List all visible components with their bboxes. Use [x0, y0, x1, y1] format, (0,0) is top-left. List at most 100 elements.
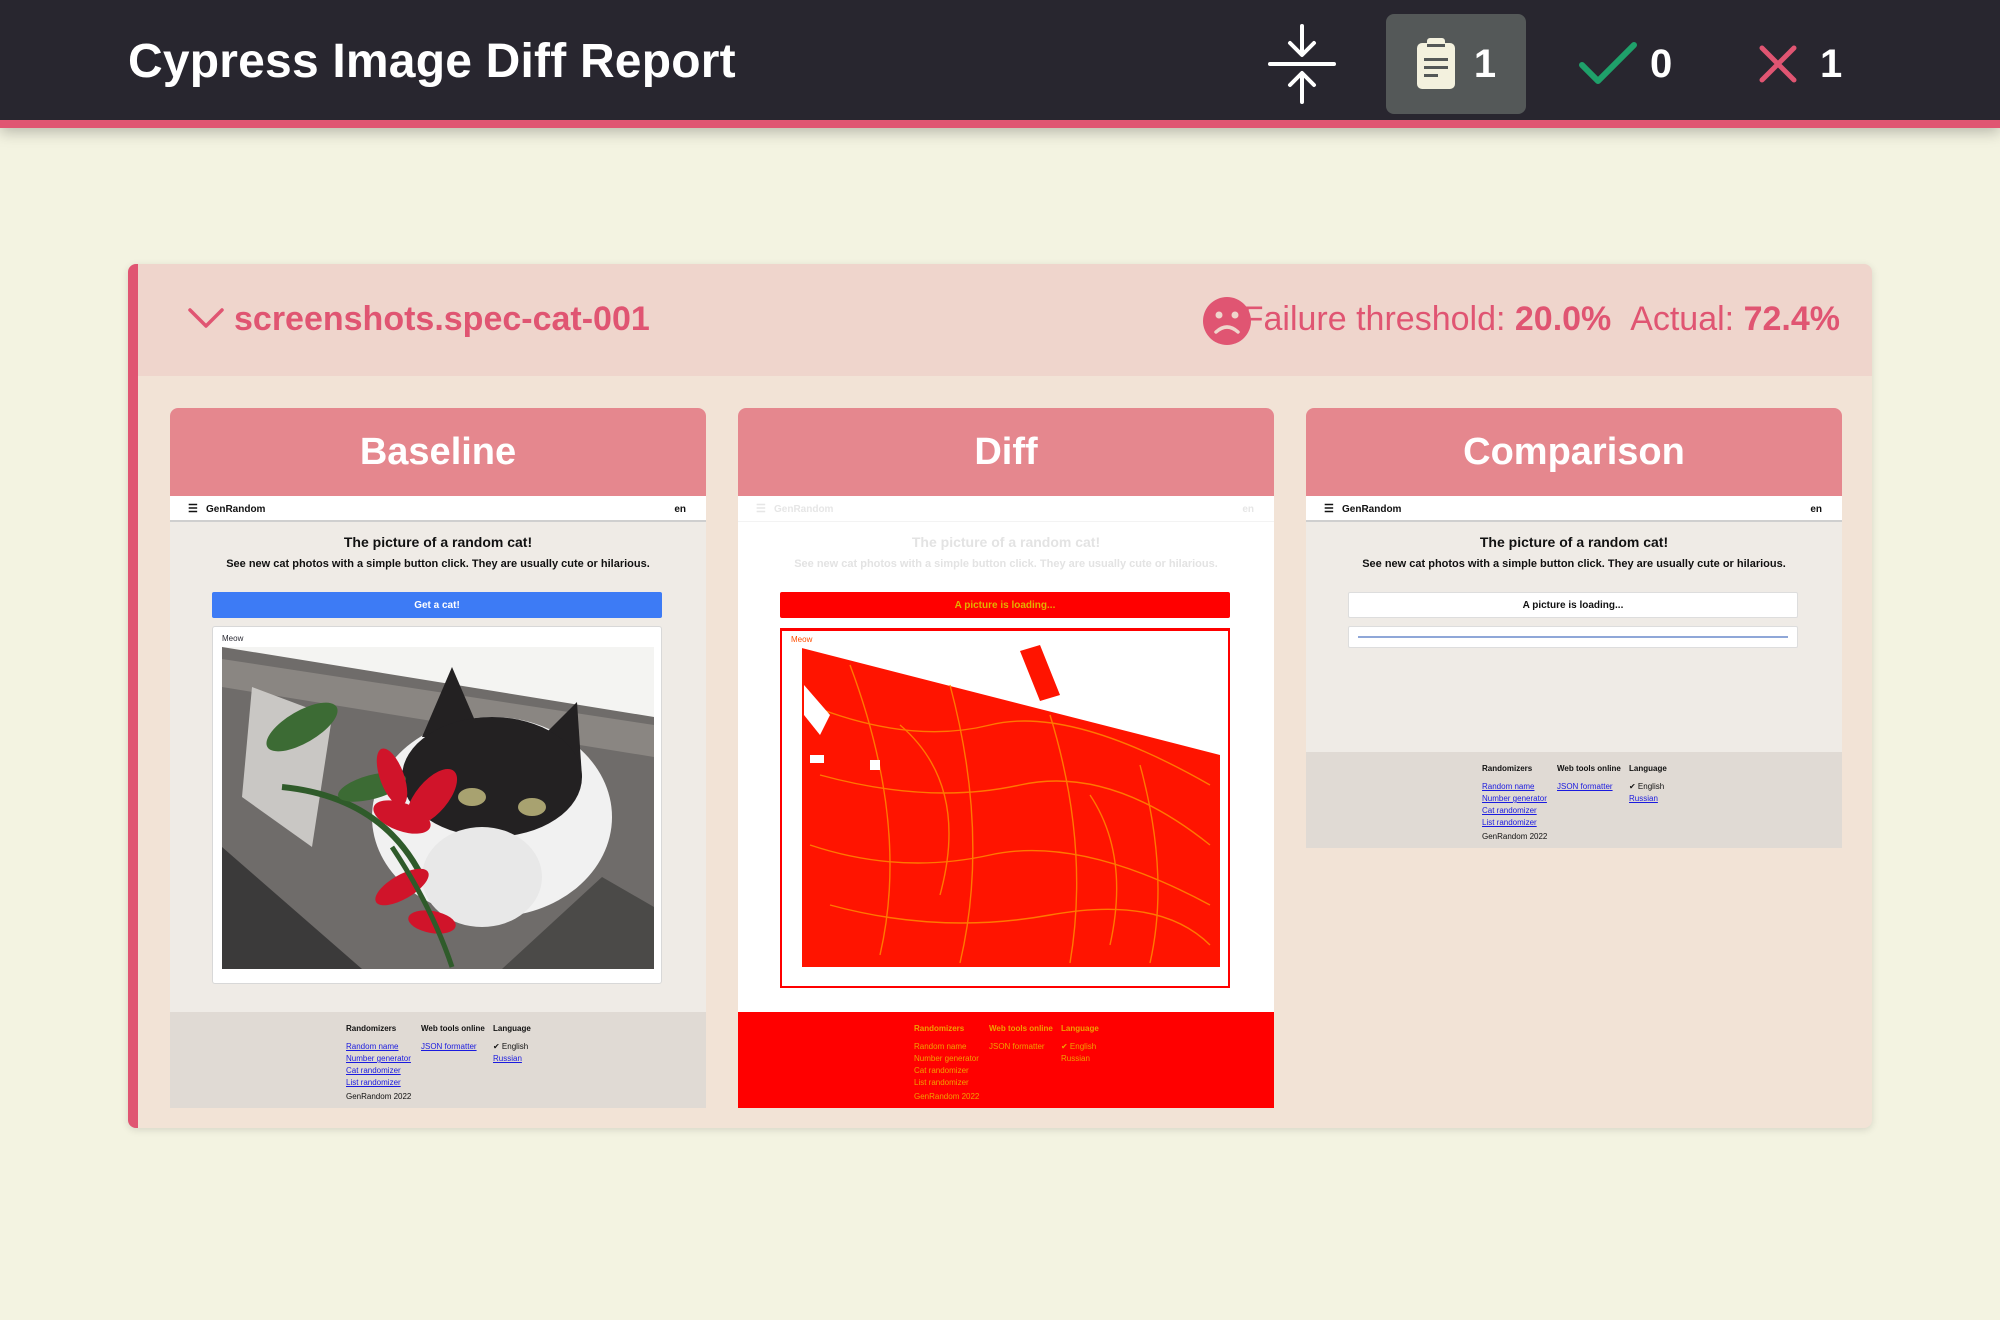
cmp-navbar: ☰ GenRandom en [1306, 496, 1842, 522]
collapse-all-button[interactable] [1262, 20, 1342, 108]
diff-footer-current: ✔ English [1061, 1042, 1097, 1051]
cmp-subtitle: See new cat photos with a simple button … [1362, 558, 1786, 570]
diff-footer-link: List randomizer [914, 1078, 969, 1087]
footer-link: Russian [493, 1054, 522, 1063]
diff-shot-title: The picture of a random cat! [911, 534, 1101, 550]
diff-footer-title: Language [1061, 1024, 1099, 1033]
cmp-progress-line [1358, 636, 1788, 638]
diff-button: A picture is loading... [780, 592, 1230, 618]
baseline-title: Baseline [170, 408, 706, 496]
diff-lang: en [1242, 504, 1254, 515]
cmp-lang: en [1810, 504, 1822, 515]
baseline-panel: Baseline ☰ GenRandom en The picture of a… [170, 408, 706, 1108]
footer-current-lang: ✔ English [493, 1042, 529, 1051]
diff-footer-link: Number generator [914, 1054, 979, 1063]
cmp-footer-current: ✔ English [1629, 782, 1665, 791]
diff-shot-subtitle: See new cat photos with a simple button … [794, 558, 1218, 570]
footer-link: Random name [346, 1042, 399, 1051]
shot-get-cat-button: Get a cat! [212, 592, 662, 618]
footer-col-webtools: Web tools online JSON formatter [421, 1024, 485, 1053]
cmp-footer-title: Randomizers [1482, 764, 1533, 773]
diff-footer-link: Random name [914, 1042, 967, 1051]
footer-copyright: GenRandom 2022 [346, 1092, 412, 1101]
threshold-value: 20.0% [1514, 300, 1612, 338]
passed-count: 0 [1650, 41, 1673, 86]
cmp-footer-link: List randomizer [1482, 818, 1537, 827]
diff-brand: GenRandom [774, 504, 834, 515]
shot-content: The picture of a random cat! See new cat… [170, 522, 706, 1012]
actual-value: 72.4% [1743, 300, 1840, 338]
failed-count: 1 [1820, 41, 1843, 86]
cmp-content: The picture of a random cat! See new cat… [1306, 522, 1842, 752]
meow-label: Meow [222, 634, 244, 643]
footer-link: Number generator [346, 1054, 411, 1063]
footer-link: List randomizer [346, 1078, 401, 1087]
actual-label: Actual: [1630, 300, 1735, 338]
cmp-brand: GenRandom [1342, 504, 1402, 515]
collapse-all-icon [1268, 24, 1336, 104]
cmp-title: The picture of a random cat! [1479, 534, 1669, 550]
cmp-footer-col2: Web tools online JSON formatter [1557, 764, 1621, 793]
baseline-image[interactable]: ☰ GenRandom en The picture of a random c… [170, 496, 706, 1108]
diff-footer-link: JSON formatter [989, 1042, 1045, 1051]
footer-col3-title: Language [493, 1024, 531, 1033]
footer-link: Cat randomizer [346, 1066, 401, 1075]
filter-all-button[interactable]: 1 [1386, 14, 1526, 114]
footer-col2-title: Web tools online [421, 1024, 485, 1033]
cmp-footer-col3: Language ✔ English Russian [1629, 764, 1667, 805]
shot-title: The picture of a random cat! [343, 534, 533, 550]
cmp-footer-link: Random name [1482, 782, 1535, 791]
diff-navbar: ☰ GenRandom en [738, 496, 1274, 522]
comparison-image[interactable]: ☰ GenRandom en The picture of a random c… [1306, 496, 1842, 848]
diff-footer-col2: Web tools online JSON formatter [989, 1024, 1053, 1053]
total-count: 1 [1473, 41, 1497, 86]
diff-footer-link: Russian [1061, 1054, 1090, 1063]
diff-title: Diff [738, 408, 1274, 496]
diff-footer-col3: Language ✔ English Russian [1061, 1024, 1099, 1065]
comparison-panel: Comparison ☰ GenRandom en The picture of… [1306, 408, 1842, 848]
cross-icon [1759, 45, 1797, 83]
cmp-footer-link: JSON formatter [1557, 782, 1613, 791]
diff-card: Meow [780, 628, 1230, 988]
footer-col1-title: Randomizers [346, 1024, 397, 1033]
diff-image[interactable]: ☰ GenRandom en The picture of a random c… [738, 496, 1274, 1108]
diff-footer-link: Cat randomizer [914, 1066, 969, 1075]
cat-card: Meow [212, 626, 662, 984]
cmp-footer-copyright: GenRandom 2022 [1482, 832, 1548, 841]
menu-icon: ☰ [1324, 503, 1334, 515]
cmp-footer-col1: Randomizers Random name Number generator… [1482, 764, 1547, 829]
footer-col-randomizers: Randomizers Random name Number generator… [346, 1024, 411, 1089]
chevron-down-icon[interactable] [186, 304, 226, 334]
threshold-info: Failure threshold: 20.0% Actual: 72.4% [1243, 300, 1840, 339]
clipboard-icon [1416, 38, 1455, 89]
top-bar: Cypress Image Diff Report 1 0 1 [0, 0, 2000, 128]
cmp-footer-link: Cat randomizer [1482, 806, 1537, 815]
diff-meow: Meow [791, 635, 813, 644]
diff-footer-title: Randomizers [914, 1024, 965, 1033]
cat-photo [222, 647, 654, 969]
shot-navbar: ☰ GenRandom en [170, 496, 706, 522]
footer-link: JSON formatter [421, 1042, 477, 1051]
checkmark-icon [1579, 42, 1637, 84]
cmp-loading-button: A picture is loading... [1348, 592, 1798, 618]
shot-footer: Randomizers Random name Number generator… [170, 1012, 706, 1108]
diff-footer: Randomizers Random name Number generator… [738, 1012, 1274, 1108]
diff-footer-title: Web tools online [989, 1024, 1053, 1033]
menu-icon: ☰ [188, 503, 198, 515]
diff-panel: Diff ☰ GenRandom en The picture of a ran… [738, 408, 1274, 1108]
shot-lang: en [674, 504, 686, 515]
threshold-label: Failure threshold: [1242, 300, 1506, 338]
diff-footer-col1: Randomizers Random name Number generator… [914, 1024, 979, 1089]
cmp-loading-card [1348, 626, 1798, 648]
filter-failed-button[interactable]: 1 [1758, 14, 1868, 114]
shot-subtitle: See new cat photos with a simple button … [226, 558, 650, 570]
cmp-footer-title: Language [1629, 764, 1667, 773]
cmp-footer-link: Number generator [1482, 794, 1547, 803]
test-result-card: screenshots.spec-cat-001 Failure thresho… [128, 264, 1872, 1128]
filter-passed-button[interactable]: 0 [1578, 14, 1688, 114]
app-title: Cypress Image Diff Report [128, 35, 736, 88]
test-result-header[interactable]: screenshots.spec-cat-001 Failure thresho… [138, 264, 1872, 376]
cmp-footer-link: Russian [1629, 794, 1658, 803]
diff-footer-copyright: GenRandom 2022 [914, 1092, 980, 1101]
footer-col-language: Language ✔ English Russian [493, 1024, 531, 1065]
